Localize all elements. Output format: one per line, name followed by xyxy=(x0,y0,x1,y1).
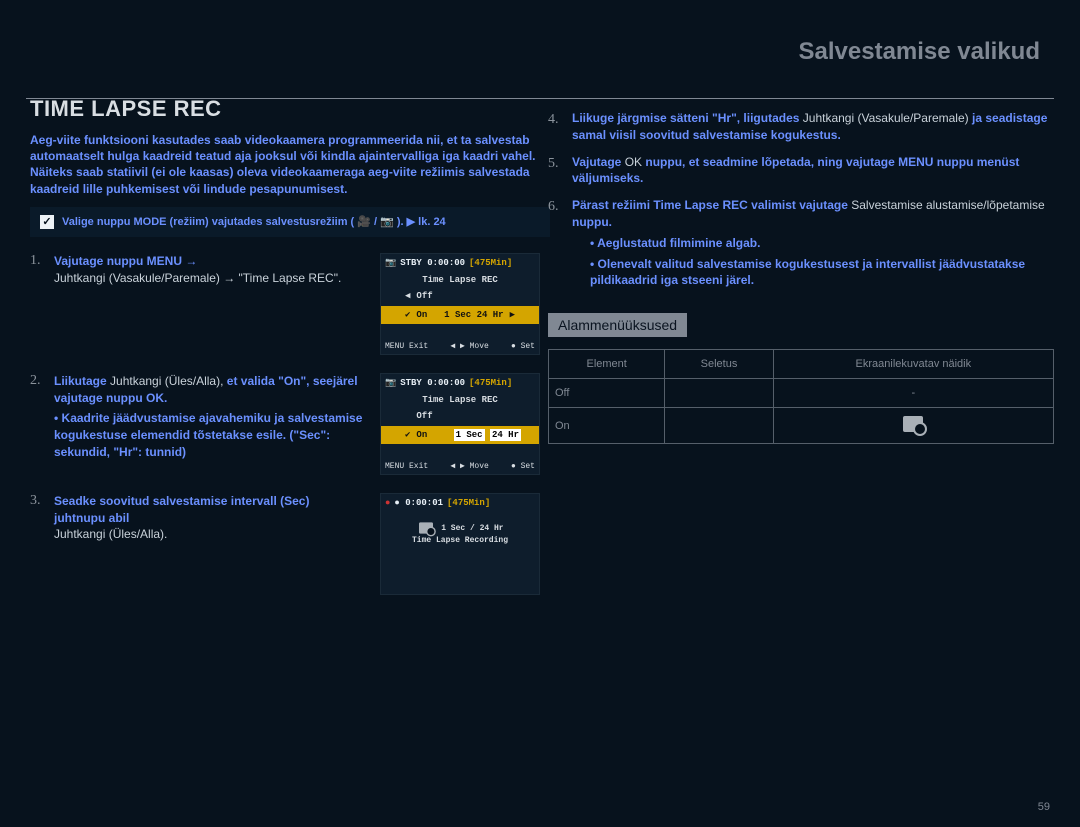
step2-pre: Juhtkangi (Üles/Alla), xyxy=(110,374,223,388)
step6-bullet1: • Aeglustatud filmimine algab. xyxy=(590,235,1054,252)
timelapse-icon xyxy=(903,416,923,432)
note-text: Valige nuppu MODE (režiim) vajutades sal… xyxy=(62,215,446,228)
lcd-screenshot-1: 📷 STBY 0:00:00 [475Min] Time Lapse REC ◀… xyxy=(380,253,540,355)
lcd2-remain: [475Min] xyxy=(469,377,512,390)
record-icon: ● xyxy=(385,497,390,510)
sub-heading-bar: Alammenüüksused xyxy=(548,313,687,337)
step6-bullet2: • Olenevalt valitud salvestamise kogukes… xyxy=(590,256,1054,290)
lcd1-bottom: MENU Exit ◀ ▶ Move ● Set xyxy=(381,341,539,352)
step1-bold: Vajutage nuppu MENU → xyxy=(54,254,197,268)
cell-icon xyxy=(773,408,1053,444)
cell-icon: - xyxy=(773,379,1053,408)
camera-icon: 📷 xyxy=(385,257,396,270)
step3-bold: Seadke soovitud salvestamise intervall (… xyxy=(54,494,309,525)
note-box: ✓ Valige nuppu MODE (režiim) vajutades s… xyxy=(30,207,550,237)
check-icon: ✓ xyxy=(40,215,54,229)
lcd3-content: 1 Sec / 24 Hr Time Lapse Recording xyxy=(381,520,539,546)
th-element: Element xyxy=(549,350,665,379)
table-row: On xyxy=(549,408,1054,444)
table-row: Off - xyxy=(549,379,1054,408)
intro-paragraph: Aeg-viite funktsiooni kasutades saab vid… xyxy=(30,132,550,197)
step-6: 6. Pärast režiimi Time Lapse REC valimis… xyxy=(548,197,1054,289)
lcd3-time: ● 0:00:01 xyxy=(394,497,443,510)
header-rule xyxy=(26,98,1054,99)
lcd1-remain: [475Min] xyxy=(469,257,512,270)
step6-bold2: nuppu. xyxy=(572,215,612,229)
step-number: 5. xyxy=(548,154,564,188)
step-number: 6. xyxy=(548,197,564,289)
timelapse-icon xyxy=(419,523,433,534)
step-number: 4. xyxy=(548,110,564,144)
lcd2-row-on: ✔On1 Sec 24 Hr xyxy=(381,426,539,445)
step2-bold: Liikutage xyxy=(54,374,107,388)
cell-element: On xyxy=(549,408,665,444)
step-5: 5. Vajutage OK nuppu, et seadmine lõpeta… xyxy=(548,154,1054,188)
step-4: 4. Liikuge järgmise sätteni "Hr", liigut… xyxy=(548,110,1054,144)
cell-desc xyxy=(665,408,773,444)
lcd2-title: Time Lapse REC xyxy=(381,394,539,407)
cell-desc xyxy=(665,379,773,408)
step3-rest: Juhtkangi (Üles/Alla). xyxy=(54,527,167,541)
step5-bold: Vajutage xyxy=(572,155,621,169)
table-header-row: Element Seletus Ekraanilekuvatav näidik xyxy=(549,350,1054,379)
step-3: 3. Seadke soovitud salvestamise interval… xyxy=(30,493,540,595)
section-header: Salvestamise valikud xyxy=(799,38,1040,66)
step-2: 2. Liikutage Juhtkangi (Üles/Alla), et v… xyxy=(30,373,540,475)
manual-page: Salvestamise valikud TIME LAPSE REC Aeg-… xyxy=(0,0,1080,827)
lcd-screenshot-3: ● ● 0:00:01 [475Min] 1 Sec / 24 Hr Time … xyxy=(380,493,540,595)
right-steps: 4. Liikuge järgmise sätteni "Hr", liigut… xyxy=(548,110,1054,444)
lcd-screenshot-2: 📷 STBY 0:00:00 [475Min] Time Lapse REC O… xyxy=(380,373,540,475)
submenu-table: Element Seletus Ekraanilekuvatav näidik … xyxy=(548,349,1054,444)
step-number: 2. xyxy=(30,373,46,389)
step4-bold: Liikuge järgmise sätteni "Hr", liigutade… xyxy=(572,111,799,125)
th-icon: Ekraanilekuvatav näidik xyxy=(773,350,1053,379)
cell-element: Off xyxy=(549,379,665,408)
lcd3-remain: [475Min] xyxy=(447,497,490,510)
step-1: 1. Vajutage nuppu MENU → Juhtkangi (Vasa… xyxy=(30,253,540,355)
camera-icon: 📷 xyxy=(385,377,396,390)
step6-rest: Salvestamise alustamise/lõpetamise xyxy=(851,198,1044,212)
step4-rest: Juhtkangi (Vasakule/Paremale) xyxy=(803,111,969,125)
step5-rest: OK xyxy=(625,155,646,169)
lcd1-stby: STBY 0:00:00 xyxy=(400,257,465,270)
lcd2-stby: STBY 0:00:00 xyxy=(400,377,465,390)
lcd2-bottom: MENU Exit ◀ ▶ Move ● Set xyxy=(381,461,539,472)
step6-bold: Pärast režiimi Time Lapse REC valimist v… xyxy=(572,198,848,212)
lcd1-row-on: ✔On1 Sec 24 Hr▶ xyxy=(381,306,539,325)
step-number: 3. xyxy=(30,493,46,509)
lcd1-title: Time Lapse REC xyxy=(381,274,539,287)
step2-bullet: • Kaadrite jäädvustamise ajavahemiku ja … xyxy=(54,410,364,460)
lcd2-row-off: Off xyxy=(381,407,539,426)
lcd1-row-off: ◀Off xyxy=(381,287,539,306)
th-desc: Seletus xyxy=(665,350,773,379)
step1-rest: Juhtkangi (Vasakule/Paremale) → "Time La… xyxy=(54,271,341,285)
page-number: 59 xyxy=(1038,801,1050,813)
step-number: 1. xyxy=(30,253,46,269)
